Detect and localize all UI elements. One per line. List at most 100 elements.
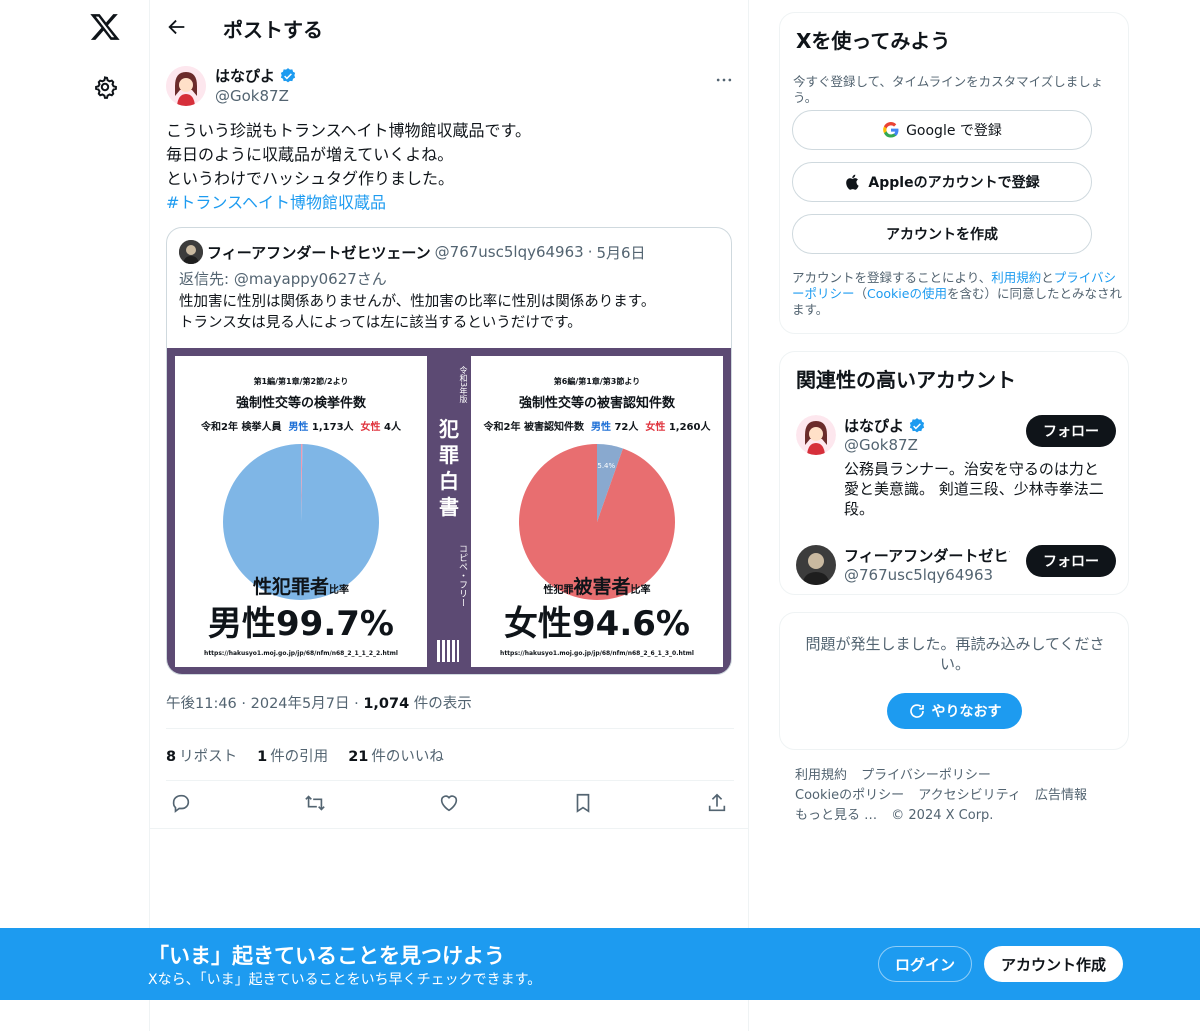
account-avatar [796,545,836,585]
panel-headline: 女性94.6% [504,604,690,644]
spine-title-char: 白 [439,469,459,493]
apple-logo-icon [846,174,860,190]
related-account[interactable]: はなぴよ @Gok87Z 公務員ランナー。治安を守るのは力と愛と美意識。 剣道三… [796,415,1116,521]
avatar-portrait-icon [179,240,203,264]
panel-caption: 性犯罪被害者比率 [543,576,651,598]
like-heart-icon[interactable] [438,792,460,814]
top-bar: ポストする [150,0,748,53]
copyright: © 2024 X Corp. [891,808,994,823]
share-icon[interactable] [706,792,728,814]
banner-heading: 「いま」起きていることを見つけよう [148,944,505,968]
qr-code-icon [437,640,459,662]
quoted-post-date: 5月6日 [596,243,646,262]
author-name[interactable]: はなぴよ [215,65,297,86]
panel-stats: 令和2年 被害認知件数 男性 72人 女性 1,260人 [483,422,711,433]
reposts-stat[interactable]: 8 リポスト [166,745,237,766]
post-date[interactable]: 2024年5月7日 [251,696,350,712]
footer-link[interactable]: もっと見る … [795,808,877,823]
banner-create-account-button[interactable]: アカウント作成 [984,946,1123,982]
action-bar [166,792,734,818]
panel-caption: 性犯罪者比率 [252,576,349,598]
quoted-author-handle: @767usc5lqy64963 [434,243,584,261]
panel-title: 強制性交等の被害認知件数 [518,396,675,411]
more-options-icon[interactable] [714,70,734,90]
post-time[interactable]: 午後11:46 [166,696,237,712]
author-avatar[interactable] [166,66,206,106]
account-name: はなぴよ [844,415,926,436]
google-signup-button[interactable]: Google で登録 [792,110,1092,150]
page-title: ポストする [223,18,323,42]
verified-badge-icon [280,67,296,82]
follow-button[interactable]: フォロー [1026,545,1116,577]
retry-button[interactable]: やりなおす [887,693,1022,729]
avatar-illustration-icon [796,415,836,455]
quoted-author-name: フィーアフンダートゼヒツェーン [207,243,431,262]
panel-source: 第1編/第1章/第2節/2より [253,377,349,386]
likes-stat[interactable]: 21 件のいいね [348,745,444,766]
footer-link[interactable]: プライバシーポリシー [861,768,991,783]
refresh-icon [909,704,924,718]
main-column: ポストする はなぴよ @Gok87Z こういう珍説もトランスヘイト博物館収蔵品で… [149,0,749,1031]
related-account[interactable]: フィーアフンダートゼヒツェーン @767usc5lqy64963 フォロー [796,545,1116,587]
follow-button[interactable]: フォロー [1026,415,1116,447]
views-count: 1,074 [363,696,410,712]
quoted-text-line: トランス女は見る人によっては左に該当するというだけです。 [179,315,582,331]
signup-title: Xを使ってみよう [796,29,951,53]
create-account-button[interactable]: アカウントを作成 [792,214,1092,254]
spine-title-char: 書 [439,495,459,519]
quoted-post-image[interactable]: 第1編/第1章/第2節/2より 強制性交等の検挙件数 令和2年 検挙人員 男性 … [167,348,731,674]
panel-stats: 令和2年 検挙人員 男性 1,173人 女性 4人 [201,422,401,433]
verified-badge-icon [909,417,925,432]
spine-title-char: 罪 [439,443,459,467]
panel-url: https://hakusyo1.moj.go.jp/jp/68/nfm/n68… [500,650,694,657]
quoted-post-header: フィーアフンダートゼヒツェーン @767usc5lqy64963 · 5月6日 [179,240,646,264]
separator-dot: · [587,243,593,261]
quotes-stat[interactable]: 1 件の引用 [257,745,328,766]
related-accounts-card: 関連性の高いアカウント はなぴよ @Gok87Z 公務員ランナー。治安を守るのは… [779,351,1129,595]
views-label: 件の表示 [413,696,472,712]
footer-link[interactable]: 広告情報 [1035,788,1087,803]
error-card: 問題が発生しました。再読み込みしてください。 やりなおす [779,612,1129,750]
post-author: はなぴよ @Gok87Z [166,64,734,108]
signup-legal-text: アカウントを登録することにより、利用規約とプライバシーポリシー（Cookieの使… [792,270,1122,317]
left-image-panel: 第1編/第1章/第2節/2より 強制性交等の検挙件数 令和2年 検挙人員 男性 … [175,356,427,667]
footer-link[interactable]: アクセシビリティ [918,788,1021,803]
signup-banner: 「いま」起きていることを見つけよう Xなら、「いま」起きていることをいち早くチェ… [0,928,1200,1000]
signup-card: Xを使ってみよう 今すぐ登録して、タイムラインをカスタマイズしましょう。 Goo… [779,12,1129,334]
left-rail [0,0,150,1031]
footer-link[interactable]: Cookieのポリシー [795,788,904,803]
cookie-link[interactable]: Cookieの使用 [867,286,947,301]
post-text-line: こういう珍説もトランスヘイト博物館収蔵品です。 [166,121,531,140]
divider [150,828,748,829]
author-handle[interactable]: @Gok87Z [215,87,289,105]
spine-subtitle: コピペ・フリー [457,544,467,607]
panel-title: 強制性交等の検挙件数 [235,396,366,411]
signup-subtitle: 今すぐ登録して、タイムラインをカスタマイズしましょう。 [793,74,1104,105]
error-message: 問題が発生しました。再読み込みしてください。 [805,635,1105,673]
footer-link[interactable]: 利用規約 [795,768,847,783]
avatar-portrait-icon [796,545,836,585]
avatar-illustration-icon [166,66,206,106]
slice-label: 5.4% [597,462,615,470]
hashtag-link[interactable]: #トランスヘイト博物館収蔵品 [166,191,734,215]
account-handle: @Gok87Z [844,436,918,454]
login-button[interactable]: ログイン [878,946,972,982]
terms-link[interactable]: 利用規約 [991,270,1041,285]
bookmark-icon[interactable] [572,792,594,814]
settings-gear-icon[interactable] [93,75,117,99]
back-arrow-icon[interactable] [166,16,188,38]
account-handle: @767usc5lqy64963 [844,566,994,584]
apple-signup-button[interactable]: Appleのアカウントで登録 [792,162,1092,202]
reply-icon[interactable] [170,792,192,814]
account-name: フィーアフンダートゼヒツェーン [844,547,1010,565]
engagement-counts: 8 リポスト 1 件の引用 21 件のいいね [166,745,444,766]
spine-title-char: 犯 [439,417,459,441]
quoted-post[interactable]: フィーアフンダートゼヒツェーン @767usc5lqy64963 · 5月6日 … [166,227,732,675]
x-logo-icon[interactable] [89,11,121,43]
spine-title: 犯罪白書 [429,416,469,520]
spine-era: 令和3年版 [459,366,468,404]
post-text-line: 毎日のように収蔵品が増えていくよね。 [166,145,454,164]
repost-icon[interactable] [304,792,326,814]
banner-subtext: Xなら、「いま」起きていることをいち早くチェックできます。 [148,972,542,988]
divider [166,780,734,781]
